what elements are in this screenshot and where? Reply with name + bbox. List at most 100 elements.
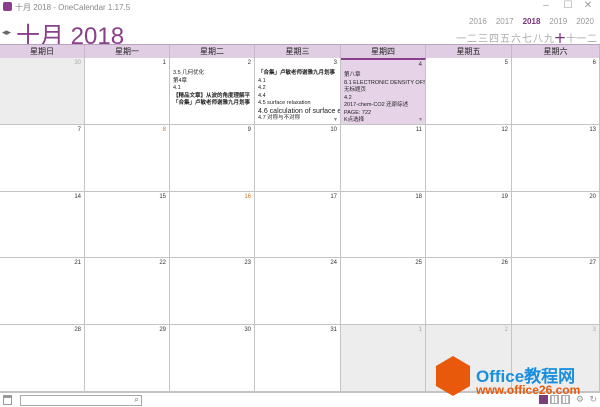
day-cell[interactable]: 8 bbox=[85, 125, 170, 192]
day-cell[interactable]: 1 bbox=[341, 325, 426, 392]
event-item[interactable]: 4.1 bbox=[173, 85, 252, 93]
day-cell[interactable]: 3 「合集」卢敏老师谢雅九月划事 4.1 4.2 4.4 4.5 surface rela… bbox=[255, 58, 341, 125]
event-item[interactable]: 第4章 bbox=[173, 78, 252, 86]
day-number: 28 bbox=[74, 327, 81, 333]
month-12[interactable]: 二 bbox=[587, 30, 597, 45]
day-cell[interactable]: 5 bbox=[426, 58, 512, 125]
event-item[interactable]: 「合集」卢敏老师谢雅九月划事 bbox=[258, 70, 338, 78]
day-cell[interactable]: 28 bbox=[0, 325, 85, 392]
event-item[interactable]: 4.5 surface relaxation bbox=[258, 100, 338, 108]
day-cell[interactable]: 29 bbox=[85, 325, 170, 392]
day-cell[interactable]: 15 bbox=[85, 192, 170, 258]
event-item[interactable]: 「合集」卢敏老师谢雅九月划事 bbox=[173, 100, 252, 108]
day-number: 3 bbox=[333, 60, 337, 66]
more-chevron-icon[interactable]: ▾ bbox=[419, 116, 422, 123]
day-number: 27 bbox=[589, 260, 596, 266]
day-number: 21 bbox=[74, 260, 81, 266]
day-cell[interactable]: 31 bbox=[255, 325, 341, 392]
event-item[interactable]: 无标题页 bbox=[344, 87, 423, 95]
day-number: 1 bbox=[162, 60, 166, 66]
day-cell[interactable]: 16 bbox=[170, 192, 255, 258]
day-cell[interactable]: 25 bbox=[341, 258, 426, 325]
day-number: 9 bbox=[247, 127, 251, 133]
day-cell[interactable]: 27 bbox=[512, 258, 600, 325]
month-5[interactable]: 五 bbox=[500, 30, 510, 45]
search-input[interactable]: ⌕ bbox=[20, 394, 142, 406]
today-calendar-icon[interactable] bbox=[3, 395, 12, 405]
month-1[interactable]: 一 bbox=[456, 30, 466, 45]
month-4[interactable]: 四 bbox=[489, 30, 499, 45]
app-icon bbox=[3, 2, 12, 11]
month-11[interactable]: 十一 bbox=[566, 30, 586, 45]
day-cell[interactable]: 14 bbox=[0, 192, 85, 258]
event-item[interactable]: PAGE: 722 bbox=[344, 110, 423, 118]
day-cell[interactable]: 23 bbox=[170, 258, 255, 325]
year-2018[interactable]: 2018 bbox=[523, 17, 541, 26]
event-item[interactable]: 第八章 bbox=[344, 72, 423, 80]
year-2020[interactable]: 2020 bbox=[576, 17, 594, 26]
day-number: 18 bbox=[415, 194, 422, 200]
day-cell[interactable]: 10 bbox=[255, 125, 341, 192]
day-cell[interactable]: 6 bbox=[512, 58, 600, 125]
day-cell[interactable]: 1 bbox=[85, 58, 170, 125]
day-cell[interactable]: 7 bbox=[0, 125, 85, 192]
event-item[interactable]: 3.5 几何优化 bbox=[173, 70, 252, 78]
day-cell[interactable]: 2 3.5 几何优化 第4章 4.1 【精品文章】从波的角度理解平 「合集」卢敏老师谢雅九… bbox=[170, 58, 255, 125]
day-cell[interactable]: 20 bbox=[512, 192, 600, 258]
day-cell[interactable]: 30 bbox=[0, 58, 85, 125]
day-cell[interactable]: 17 bbox=[255, 192, 341, 258]
day-cell[interactable]: 22 bbox=[85, 258, 170, 325]
day-cell[interactable]: 11 bbox=[341, 125, 426, 192]
day-number: 2 bbox=[247, 60, 251, 66]
watermark: Office教程网 www.office26.com bbox=[436, 356, 596, 404]
event-item[interactable]: 8.1 ELECTRONIC DENSITY OFSTAT bbox=[344, 80, 425, 88]
day-cell[interactable]: 21 bbox=[0, 258, 85, 325]
month-6[interactable]: 六 bbox=[511, 30, 521, 45]
weekday-label: 星期一 bbox=[85, 45, 170, 58]
event-item[interactable]: 4.2 bbox=[344, 95, 423, 103]
day-number: 2 bbox=[504, 327, 508, 333]
event-item[interactable]: 4.6 calculation of surface energ bbox=[258, 108, 340, 116]
day-cell-today[interactable]: 4 第八章8.1 ELECTRONIC DENSITY OFSTAT无标题页4.2… bbox=[341, 58, 426, 125]
event-item[interactable]: 4.2 bbox=[258, 85, 338, 93]
weekday-label: 星期二 bbox=[170, 45, 255, 58]
year-selector: 2016 2017 2018 2019 2020 bbox=[469, 17, 594, 26]
office-logo-icon bbox=[436, 356, 470, 396]
weekday-label: 星期六 bbox=[512, 45, 600, 58]
day-cell[interactable]: 26 bbox=[426, 258, 512, 325]
weekday-header: 星期日 星期一 星期二 星期三 星期四 星期五 星期六 bbox=[0, 44, 600, 58]
month-2[interactable]: 二 bbox=[467, 30, 477, 45]
day-cell[interactable]: 19 bbox=[426, 192, 512, 258]
day-cell[interactable]: 12 bbox=[426, 125, 512, 192]
maximize-button[interactable]: ☐ bbox=[558, 0, 578, 11]
event-item[interactable]: 2017-chem-CO2 还原综述 bbox=[344, 102, 423, 110]
year-2019[interactable]: 2019 bbox=[549, 17, 567, 26]
month-8[interactable]: 八 bbox=[533, 30, 543, 45]
day-cell[interactable]: 13 bbox=[512, 125, 600, 192]
event-item[interactable]: 4.4 bbox=[258, 93, 338, 101]
minimize-button[interactable]: – bbox=[536, 0, 556, 11]
window-title: 十月 2018 - OneCalendar 1.17.5 bbox=[15, 3, 131, 12]
month-9[interactable]: 九 bbox=[544, 30, 554, 45]
search-icon[interactable]: ⌕ bbox=[134, 394, 139, 405]
prev-next-arrows[interactable]: ◂▸ bbox=[2, 27, 11, 38]
event-item[interactable]: 4.7 对称与不对称 bbox=[258, 115, 338, 123]
event-item[interactable]: 4.1 bbox=[258, 78, 338, 86]
year-2016[interactable]: 2016 bbox=[469, 17, 487, 26]
event-item[interactable]: K点选择 bbox=[344, 117, 423, 124]
month-grid: 30 1 2 3.5 几何优化 第4章 4.1 【精品文章】从波的角度理解平 「合集」卢敏老师… bbox=[0, 58, 600, 392]
month-10[interactable]: 十 bbox=[555, 30, 565, 45]
day-number: 26 bbox=[501, 260, 508, 266]
day-cell[interactable]: 30 bbox=[170, 325, 255, 392]
day-number: 11 bbox=[415, 127, 422, 133]
year-2017[interactable]: 2017 bbox=[496, 17, 514, 26]
month-7[interactable]: 七 bbox=[522, 30, 532, 45]
more-chevron-icon[interactable]: ▾ bbox=[334, 116, 337, 123]
day-cell[interactable]: 9 bbox=[170, 125, 255, 192]
month-3[interactable]: 三 bbox=[478, 30, 488, 45]
event-item[interactable]: 【精品文章】从波的角度理解平 bbox=[173, 93, 252, 101]
title-bar: 十月 2018 - OneCalendar 1.17.5 – ☐ ✕ bbox=[0, 0, 600, 14]
close-button[interactable]: ✕ bbox=[578, 0, 598, 11]
day-cell[interactable]: 18 bbox=[341, 192, 426, 258]
day-cell[interactable]: 24 bbox=[255, 258, 341, 325]
